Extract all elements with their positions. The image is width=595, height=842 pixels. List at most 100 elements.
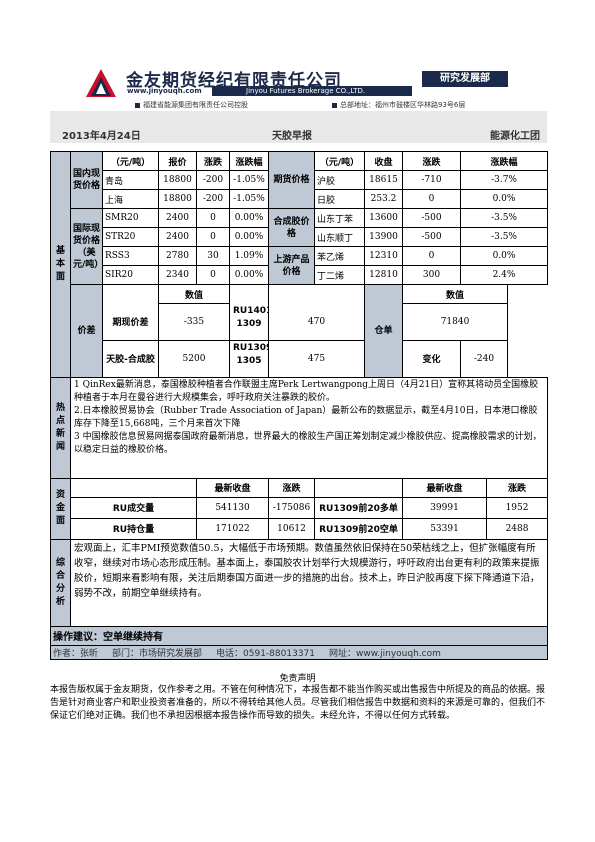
disclaimer-body: 本报告版权属于金友期货，仅作参考之用。不管在何种情况下，本报告都不能当作购买或出… (50, 685, 546, 721)
intl-price: 2400 (158, 208, 197, 228)
futures-close: 253.2 (364, 189, 403, 209)
synthetic-close: 13600 (364, 208, 403, 228)
funds-latest: 541130 (196, 496, 269, 519)
funds-change-2: 1952 (486, 496, 549, 519)
basics-row-9: 期现价差 -335 RU1401-1309 470 71840 (51, 303, 548, 341)
intl-pct: 0.00% (229, 227, 269, 247)
domestic-col-pct: 涨跌幅 (229, 151, 269, 171)
subtitle-address: 总部地址：福州市鼓楼区华林路93号6层 (332, 100, 465, 110)
upstream-name: 丁二烯 (314, 265, 365, 285)
intl-change: 30 (196, 246, 230, 266)
spread-name: 期现价差 (102, 303, 159, 341)
warehouse-col-value: 数值 (401, 284, 509, 304)
futures-col-unit: （元/吨） (314, 151, 365, 171)
spread-contract-value-blank (268, 284, 365, 304)
upstream-name: 苯乙烯 (314, 246, 365, 266)
futures-change: 0 (401, 189, 462, 209)
analysis-text: 宏观面上，汇丰PMI预览数值50.5，大幅低于市场预期。数值虽然依旧保持在50荣… (69, 538, 549, 627)
intl-price: 2400 (158, 227, 197, 247)
subtitle-address-text: 总部地址：福州市鼓楼区华林路93号6层 (340, 101, 466, 109)
report-title: 天胶早报 (272, 131, 312, 142)
domestic-price: 18800 (158, 189, 197, 209)
futures-col-pct: 涨跌幅 (460, 151, 549, 171)
futures-close: 18615 (364, 170, 403, 190)
funds-change: 10612 (268, 517, 315, 540)
funds-col-change-2: 涨跌 (486, 477, 549, 498)
department: 部门：市场研究发展部 (112, 648, 203, 659)
report-team: 能源化工团 (490, 131, 540, 142)
futures-col-change: 涨跌 (401, 151, 462, 171)
domestic-pct: -1.05% (229, 170, 269, 190)
intl-pct: 0.00% (229, 265, 269, 285)
funds-change: -175086 (268, 496, 315, 519)
section-funds: 资金面 (50, 477, 71, 540)
report-date: 2013年4月24日 (62, 131, 141, 142)
spread-value: 5200 (158, 339, 230, 378)
synthetic-close: 13900 (364, 227, 403, 247)
funds-latest-2: 53391 (401, 517, 488, 540)
intl-pct: 1.09% (229, 246, 269, 266)
domestic-col-unit: （元/吨） (102, 151, 159, 171)
basics-row-8: 价差 数值 仓单 数值 (51, 284, 548, 378)
domestic-name: 青岛 (102, 170, 159, 190)
upstream-pct: 2.4% (460, 265, 549, 285)
synthetic-change: -500 (401, 227, 462, 247)
section-analysis: 综合分析 (50, 538, 71, 627)
intl-pct: 0.00% (229, 208, 269, 228)
bullet-icon (332, 102, 337, 108)
basics-row-4: 国际现货价格（美元/吨） SMR20 2400 0 0.00% 合成胶价格 山东… (51, 208, 549, 285)
signature-row: 作者：张昕 部门：市场研究发展部 电话：0591-88013371 网址：www.ji… (49, 644, 549, 660)
warehouse-value: 71840 (401, 303, 509, 341)
intl-name: STR20 (102, 227, 159, 247)
upstream-change: 0 (401, 246, 462, 266)
warehouse-change-label: 变化 (401, 339, 462, 378)
domestic-col-price: 报价 (158, 151, 197, 171)
funds-name: RU持仓量 (70, 517, 197, 540)
domestic-change: -200 (196, 189, 230, 209)
disclaimer-title: 免责声明 (279, 674, 316, 684)
synthetic-pct: -3.5% (460, 208, 549, 228)
intl-change: 0 (196, 227, 230, 247)
upstream-label: 上游产品价格 (268, 246, 315, 285)
news-row: 热点新闻 1 QinRex最新消息，泰国橡胶种植者合作联盟主席Perk Lert… (50, 376, 549, 479)
funds-change-2: 2488 (486, 517, 549, 540)
section-news: 热点新闻 (50, 376, 71, 479)
bullet-icon (135, 102, 140, 108)
company-website: www.jinyouqh.com (127, 87, 202, 95)
futures-label: 期货价格 (268, 151, 315, 209)
subtitle-holding: 福建省能源集团有限责任公司控股 (135, 100, 248, 110)
spread-label: 价差 (70, 284, 103, 378)
upstream-change: 300 (401, 265, 462, 285)
synthetic-name: 山东丁苯 (314, 208, 365, 228)
subtitle-holding-text: 福建省能源集团有限责任公司控股 (143, 101, 248, 109)
synthetic-name: 山东顺丁 (314, 227, 365, 247)
futures-name: 日胶 (314, 189, 365, 209)
funds-blank (70, 477, 197, 498)
funds-blank-2 (314, 477, 403, 498)
funds-col-latest-2: 最新收盘 (401, 477, 488, 498)
news-text: 1 QinRex最新消息，泰国橡胶种植者合作联盟主席Perk Lertwangp… (69, 376, 549, 479)
upstream-close: 12810 (364, 265, 403, 285)
analysis-row: 综合分析 宏观面上，汇丰PMI预览数值50.5，大幅低于市场预期。数值虽然依旧保… (50, 538, 549, 627)
domestic-label: 国内现货价格 (70, 151, 103, 209)
author: 作者：张昕 (53, 648, 99, 659)
funds-name-2: RU1309前20多单 (314, 496, 403, 519)
intl-name: SIR20 (102, 265, 159, 285)
phone: 电话：0591-88013371 (216, 648, 315, 659)
funds-name: RU成交量 (70, 496, 197, 519)
dept-badge: 研究发展部 (422, 71, 508, 87)
signature: 作者：张昕 部门：市场研究发展部 电话：0591-88013371 网址：www.ji… (49, 644, 549, 660)
synthetic-pct: -3.5% (460, 227, 549, 247)
advice-row: 操作建议：空单继续持有 (49, 625, 549, 646)
basics-row-10: 天胶-合成胶 5200 RU1309-1305 475 变化 -240 (51, 339, 548, 378)
company-name-en-text: Jinyou Futures Brokerage CO.,LTD. (246, 87, 366, 95)
funds-header-row: 资金面 最新收盘 涨跌 最新收盘 涨跌 (50, 477, 549, 540)
intl-price: 2340 (158, 265, 197, 285)
futures-change: -710 (401, 170, 462, 190)
intl-name: SMR20 (102, 208, 159, 228)
domestic-col-change: 涨跌 (196, 151, 230, 171)
domestic-change: -200 (196, 170, 230, 190)
section-basics: 基本面 (50, 151, 71, 378)
spread-value: -335 (158, 303, 230, 341)
futures-name: 沪胶 (314, 170, 365, 190)
